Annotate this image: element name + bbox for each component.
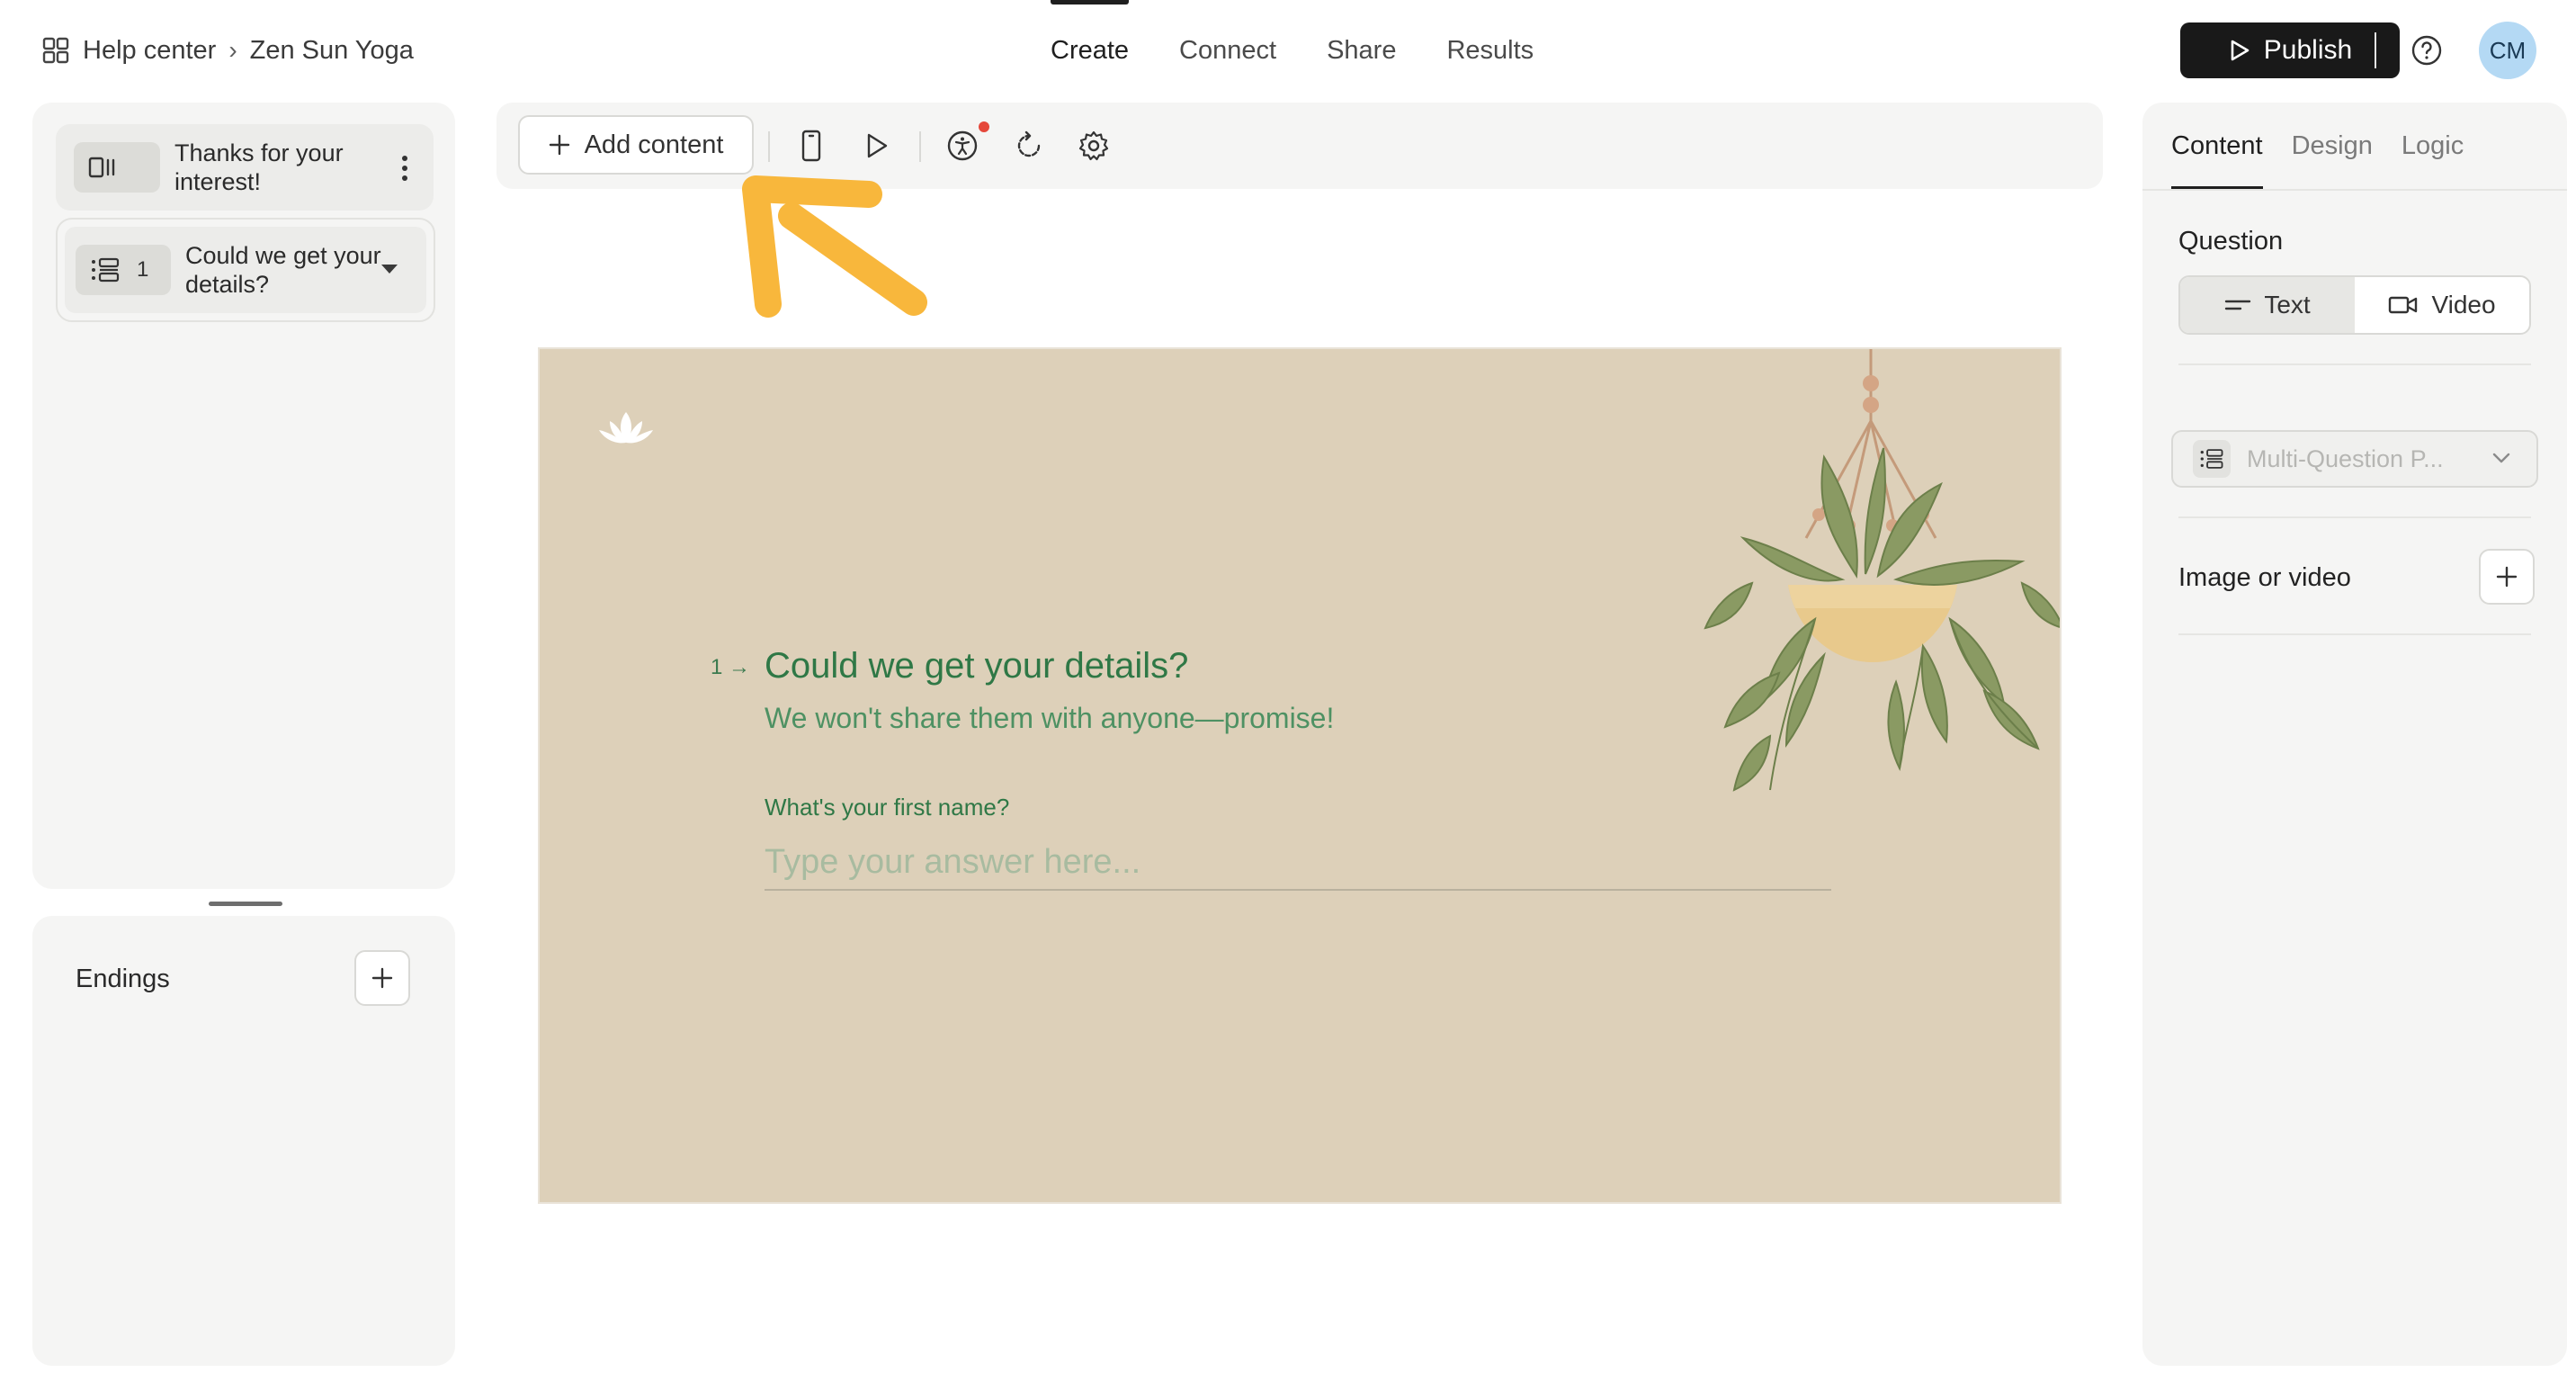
add-ending-button[interactable] [354, 950, 410, 1006]
lotus-logo-icon [599, 412, 653, 444]
avatar[interactable]: CM [2479, 22, 2536, 79]
properties-panel: Content Design Logic Question Text Video [2142, 103, 2567, 1366]
publish-label: Publish [2263, 35, 2353, 65]
annotation-arrow-icon [742, 175, 927, 318]
question-number-value: 1 [711, 655, 723, 679]
accessibility-person-icon [947, 130, 978, 161]
phone-icon [801, 130, 821, 162]
tab-logic[interactable]: Logic [2402, 103, 2464, 189]
plus-icon [371, 967, 393, 989]
grid-icon[interactable] [41, 36, 70, 65]
question-list-panel: Thanks for your interest! 1 Could we get… [32, 103, 455, 889]
tab-create[interactable]: Create [1025, 0, 1154, 101]
multi-question-icon [92, 257, 120, 283]
breadcrumb-root[interactable]: Help center [83, 36, 216, 66]
list-icon [2200, 449, 2223, 469]
endings-panel: Endings [32, 916, 455, 1366]
settings-icon[interactable] [1076, 128, 1112, 164]
tab-design[interactable]: Design [2292, 103, 2373, 189]
list-item-selected-outline: 1 Could we get your details? [56, 218, 435, 322]
video-format-button[interactable]: Video [2355, 277, 2529, 333]
tab-share[interactable]: Share [1301, 0, 1421, 101]
properties-tabs: Content Design Logic [2171, 103, 2464, 189]
hanging-plant-illustration [1704, 349, 2060, 792]
tab-results[interactable]: Results [1421, 0, 1559, 101]
endings-label: Endings [76, 965, 170, 993]
chevron-down-icon [2492, 453, 2510, 463]
field-label[interactable]: What's your first name? [765, 794, 1009, 821]
play-icon [867, 133, 888, 158]
ai-assist-icon[interactable] [1011, 128, 1047, 164]
arrow-right-icon: → [729, 655, 751, 679]
item-type-chip: 1 [76, 245, 171, 295]
add-content-label: Add content [584, 130, 724, 159]
divider [768, 131, 770, 162]
plus-icon [549, 134, 569, 156]
preview-play-icon[interactable] [858, 128, 894, 164]
divider [2375, 32, 2376, 68]
accessibility-icon[interactable] [944, 128, 980, 164]
tab-connect[interactable]: Connect [1154, 0, 1301, 101]
question-section-label: Question [2178, 227, 2284, 256]
rotate-sparkle-icon [1017, 130, 1041, 157]
question-format-toggle: Text Video [2178, 275, 2531, 335]
first-name-input[interactable] [765, 835, 1831, 891]
chevron-right-icon: › [228, 36, 237, 64]
divider [2178, 633, 2531, 635]
mobile-preview-icon[interactable] [793, 128, 829, 164]
breadcrumb: Help center › Zen Sun Yoga [41, 32, 414, 68]
add-content-button[interactable]: Add content [518, 115, 754, 175]
play-icon [2231, 40, 2250, 61]
help-icon[interactable] [2411, 34, 2443, 67]
panel-resize-handle[interactable] [209, 902, 282, 906]
image-video-label: Image or video [2178, 563, 2351, 592]
top-bar: Help center › Zen Sun Yoga Create Connec… [0, 0, 2576, 101]
divider [2142, 189, 2567, 191]
tab-content[interactable]: Content [2171, 103, 2263, 189]
video-format-label: Video [2431, 291, 2496, 319]
item-number: 1 [137, 257, 149, 282]
text-format-label: Text [2264, 291, 2311, 319]
divider [919, 131, 921, 162]
item-type-chip [74, 142, 160, 193]
question-type-select[interactable]: Multi-Question P... [2171, 430, 2538, 488]
main-nav: Create Connect Share Results [1025, 0, 1559, 101]
notification-dot [979, 121, 989, 132]
publish-button[interactable]: Publish [2180, 22, 2400, 78]
more-vertical-icon[interactable] [401, 155, 408, 182]
text-format-button[interactable]: Text [2180, 277, 2355, 333]
divider [2178, 363, 2531, 365]
question-subtitle[interactable]: We won't share them with anyone—promise! [765, 702, 1334, 735]
divider [2178, 516, 2531, 518]
add-image-button[interactable] [2479, 549, 2535, 605]
breadcrumb-current[interactable]: Zen Sun Yoga [250, 36, 414, 66]
question-number: 1 → [711, 655, 750, 680]
list-item-question[interactable]: 1 Could we get your details? [65, 227, 426, 313]
list-item-welcome[interactable]: Thanks for your interest! [56, 124, 434, 211]
list-item-label: Thanks for your interest! [174, 139, 344, 195]
plus-icon [2496, 566, 2518, 588]
question-title[interactable]: Could we get your details? [765, 646, 1188, 687]
caret-down-icon[interactable] [381, 265, 398, 274]
form-preview-canvas: 1 → Could we get your details? We won't … [538, 347, 2062, 1204]
video-camera-icon [2389, 296, 2418, 314]
text-lines-icon [2225, 300, 2251, 310]
gear-icon [1078, 130, 1109, 161]
question-type-value: Multi-Question P... [2247, 444, 2444, 472]
welcome-screen-icon [88, 157, 115, 178]
multi-question-icon [2193, 440, 2231, 478]
list-item-label: Could we get your details? [185, 242, 381, 298]
